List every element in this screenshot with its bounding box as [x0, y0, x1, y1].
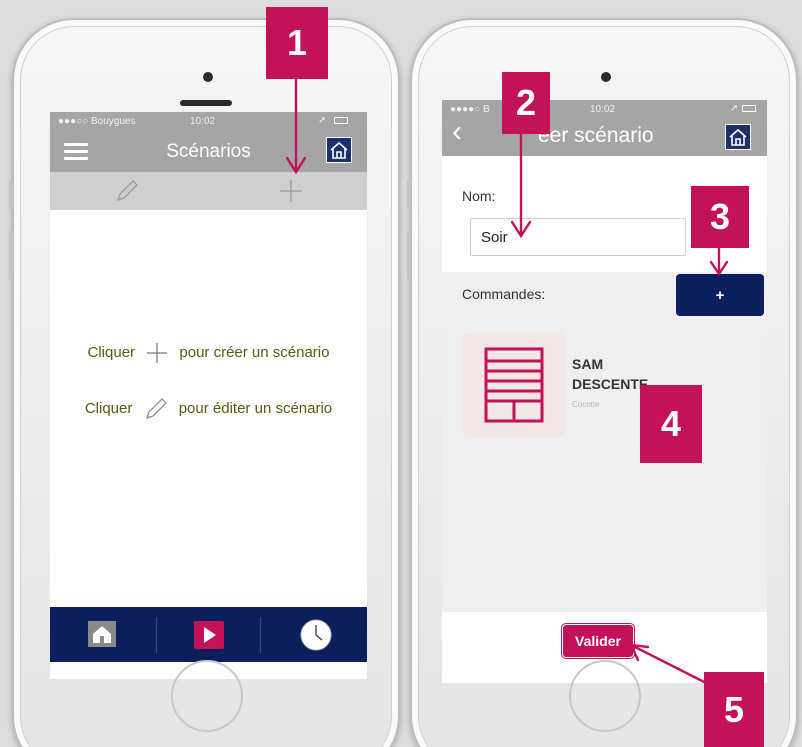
edit-hint: Cliquer pour éditer un scénario — [50, 396, 367, 422]
speaker-grille — [180, 100, 232, 106]
status-time: 10:02 — [190, 116, 216, 127]
page-title: Scénarios — [166, 141, 251, 162]
home-icon[interactable] — [326, 137, 352, 163]
callout-1: 1 — [266, 7, 328, 79]
callout-4: 4 — [640, 385, 702, 463]
edit-toolbar — [50, 172, 367, 210]
page-title: éer scénario — [538, 124, 654, 147]
camera-dot — [203, 72, 213, 82]
create-hint-before: Cliquer — [87, 343, 136, 361]
tab-bar — [50, 607, 367, 662]
create-hint: Cliquer pour créer un scénario — [50, 341, 367, 365]
location-arrow-icon: ➚ — [730, 103, 739, 114]
command-room: Cocotte — [572, 400, 600, 409]
house-icon — [88, 621, 116, 647]
command-name-line1: SAM — [572, 356, 604, 372]
edit-hint-before: Cliquer — [84, 399, 133, 417]
edit-hint-after: pour éditer un scénario — [178, 399, 333, 417]
commands-label: Commandes: — [462, 286, 546, 302]
clock-icon — [300, 619, 332, 651]
mute-switch — [9, 180, 13, 210]
play-icon — [194, 621, 224, 649]
location-arrow-icon: ➚ — [318, 115, 327, 126]
pencil-icon[interactable] — [114, 178, 140, 204]
name-input[interactable] — [470, 218, 686, 256]
volume-up-button — [407, 230, 411, 280]
add-icon[interactable] — [278, 178, 304, 204]
pencil-glyph-icon — [145, 398, 167, 419]
command-card[interactable] — [462, 333, 566, 437]
status-bar: ●●●●○ B 10:02 ➚ — [442, 100, 767, 120]
command-name-line2: DESCENTE — [572, 376, 649, 392]
create-hint-after: pour créer un scénario — [179, 343, 330, 361]
hardware-home-button — [171, 660, 243, 732]
nav-bar: Scénarios — [50, 132, 367, 172]
hardware-home-button — [569, 660, 641, 732]
callout-2: 2 — [502, 72, 550, 134]
battery-icon — [334, 117, 348, 124]
camera-dot — [601, 72, 611, 82]
callout-5: 5 — [704, 672, 764, 747]
tab-clock[interactable] — [261, 607, 367, 662]
phone-frame-right: ●●●●○ B 10:02 ➚ ‹ éer scénario Nom: Comm… — [407, 18, 798, 747]
carrier-label: ●●●○○ Bouygues — [58, 116, 136, 127]
add-command-button[interactable]: + — [676, 274, 764, 316]
back-chevron-icon[interactable]: ‹ — [452, 117, 462, 147]
shutter-icon — [484, 347, 544, 423]
volume-up-button — [9, 230, 13, 280]
mute-switch — [407, 180, 411, 210]
nav-bar: ●●●●○ B 10:02 ➚ ‹ éer scénario — [442, 100, 767, 156]
screen-scenarios: ●●●○○ Bouygues 10:02 ➚ Scénarios Cliquer… — [50, 112, 367, 679]
phone-frame-left: ●●●○○ Bouygues 10:02 ➚ Scénarios Cliquer… — [9, 18, 400, 747]
tab-scenarios[interactable] — [157, 607, 260, 662]
validate-button[interactable]: Valider — [562, 624, 634, 658]
home-icon[interactable] — [725, 124, 751, 150]
tab-home[interactable] — [50, 607, 155, 662]
plus-glyph-icon — [147, 343, 168, 363]
callout-3: 3 — [691, 186, 749, 248]
name-label: Nom: — [462, 188, 496, 204]
status-bar: ●●●○○ Bouygues 10:02 ➚ — [50, 112, 367, 132]
commands-area — [442, 272, 767, 612]
battery-icon — [742, 105, 756, 112]
status-time: 10:02 — [590, 104, 616, 115]
carrier-label: ●●●●○ B — [450, 104, 490, 115]
